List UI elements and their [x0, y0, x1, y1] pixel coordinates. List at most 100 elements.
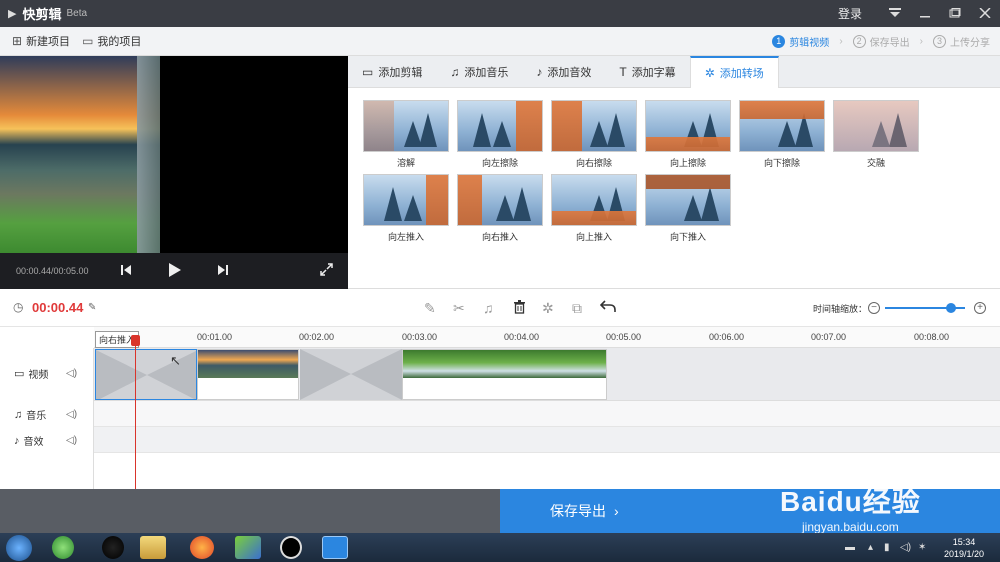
qq-icon[interactable]	[102, 536, 124, 559]
video-clip-forest[interactable]	[402, 349, 607, 400]
transition-dissolve[interactable]: 溶解	[363, 100, 449, 169]
ruler-tick: 00:01.00	[197, 332, 233, 342]
firefox-icon[interactable]	[190, 536, 214, 559]
folder-icon: ▭	[82, 34, 94, 48]
track-name: 音效	[23, 437, 44, 448]
volume-icon[interactable]: ◁)	[66, 368, 77, 379]
zoom-in-icon[interactable]: +	[974, 302, 986, 314]
transition-wipe-up[interactable]: 向上擦除	[645, 100, 731, 169]
transition-label: 向上推入	[575, 232, 612, 242]
transition-label: 向下擦除	[763, 158, 800, 168]
crop-icon[interactable]: ✲	[542, 300, 554, 317]
transition-push-left[interactable]: 向左推入	[363, 174, 449, 243]
transition-wipe-right[interactable]: 向右擦除	[551, 100, 637, 169]
pencil-icon[interactable]: ✎	[424, 300, 436, 317]
fullscreen-icon[interactable]	[320, 263, 333, 279]
volume-icon[interactable]: ◁)	[66, 435, 77, 446]
transition-label: 向右擦除	[575, 158, 612, 168]
transition-gallery: 溶解 向左擦除 向右擦除 向上擦除 向下擦除 交融 向左推入 向右推入 向上推入…	[348, 88, 1000, 289]
transition-thumbnail	[363, 100, 449, 152]
tab-label: 添加字幕	[631, 66, 676, 79]
scissors-icon[interactable]: ✂	[453, 300, 465, 317]
edit-time-icon[interactable]: ✎	[88, 302, 96, 313]
tab-add-clip[interactable]: ▭ 添加剪辑	[348, 56, 436, 87]
start-button-icon[interactable]	[6, 535, 32, 561]
transition-push-down[interactable]: 向下推入	[645, 174, 731, 243]
transition-blend[interactable]: 交融	[833, 100, 919, 169]
transition-wipe-left[interactable]: 向左擦除	[457, 100, 543, 169]
bell-icon[interactable]: ♫	[483, 300, 494, 316]
battery-icon[interactable]: ▮	[884, 542, 890, 553]
skip-back-icon[interactable]	[120, 263, 132, 279]
tab-add-transition[interactable]: ✲ 添加转场	[689, 56, 779, 88]
volume-icon[interactable]: ◁)	[900, 542, 911, 553]
tab-bar: ▭ 添加剪辑 ♫ 添加音乐 ♪ 添加音效 T 添加字幕 ✲ 添加转场	[348, 56, 1000, 88]
volume-icon[interactable]: ◁)	[66, 409, 77, 420]
copy-icon[interactable]: ⧉	[572, 300, 582, 317]
transition-thumbnail	[457, 100, 543, 152]
sfx-track[interactable]	[94, 427, 1000, 453]
undo-icon[interactable]	[599, 299, 616, 316]
video-clip-sunset[interactable]	[197, 349, 299, 400]
tab-add-music[interactable]: ♫ 添加音乐	[436, 56, 522, 87]
network-icon[interactable]: ✶	[918, 542, 926, 553]
zoom-out-icon[interactable]: −	[868, 302, 880, 314]
preview-screen	[0, 56, 348, 253]
track-label-music: ♫ 音乐 ◁)	[0, 407, 94, 423]
transition-thumbnail	[645, 100, 731, 152]
step-edit[interactable]: 1 剪辑视频 ›	[772, 34, 843, 49]
transition-label: 向左擦除	[481, 158, 518, 168]
transition-clip[interactable]	[300, 349, 402, 400]
transition-thumbnail	[645, 174, 731, 226]
media-app-icon[interactable]	[235, 536, 261, 559]
ruler-tick: 00:03.00	[402, 332, 438, 342]
menu-icon[interactable]	[880, 6, 910, 21]
text-icon: T	[619, 64, 627, 79]
tab-add-sfx[interactable]: ♪ 添加音效	[522, 56, 605, 87]
watermark-brand: Baidu经验	[780, 486, 921, 517]
ruler-tick: 00:04.00	[504, 332, 540, 342]
transition-push-right[interactable]: 向右推入	[457, 174, 543, 243]
track-label-video: ▭ 视频 ◁)	[0, 366, 94, 381]
new-project-label: 新建项目	[26, 36, 71, 48]
export-button[interactable]: 保存导出 ›	[500, 489, 1000, 533]
transition-clip[interactable]	[95, 349, 197, 400]
playhead-handle[interactable]	[131, 335, 140, 346]
file-explorer-icon[interactable]	[140, 536, 166, 559]
transition-push-up[interactable]: 向上推入	[551, 174, 637, 243]
zoom-slider-handle[interactable]	[946, 303, 957, 313]
clock-date: 2019/1/20	[943, 549, 984, 559]
skip-forward-icon[interactable]	[217, 263, 229, 279]
step-share[interactable]: 3 上传分享	[933, 34, 990, 49]
taskbar-clock[interactable]: 15:34 2019/1/20	[944, 536, 984, 560]
transition-wipe-down[interactable]: 向下擦除	[739, 100, 825, 169]
arrow-up-icon[interactable]: ▴	[868, 542, 873, 553]
time-ruler[interactable]: 00:01.00 00:02.00 00:03.00 00:04.00 00:0…	[94, 327, 1000, 348]
minimize-icon[interactable]	[910, 6, 940, 21]
close-icon[interactable]	[970, 6, 1000, 21]
chevron-right-icon: ›	[839, 35, 843, 47]
new-project-button[interactable]: ⊞ 新建项目	[12, 33, 70, 49]
timeline-toolbar: ◷ 00:00.44 ✎ ✎ ✂ ♫ ✲ ⧉ 时间轴缩放： − +	[0, 289, 1000, 327]
record-icon[interactable]	[280, 536, 302, 559]
browser-icon[interactable]	[52, 536, 74, 559]
music-track[interactable]	[94, 401, 1000, 427]
video-track[interactable]	[94, 348, 1000, 401]
kuaijianji-app-icon[interactable]	[322, 536, 348, 559]
keyboard-icon[interactable]: ▬	[845, 542, 855, 553]
delete-icon[interactable]	[513, 300, 526, 317]
play-icon[interactable]	[168, 262, 182, 281]
step-export[interactable]: 2 保存导出 ›	[852, 34, 923, 49]
step-number: 3	[933, 34, 946, 48]
ruler-tick: 00:07.00	[811, 332, 847, 342]
my-projects-button[interactable]: ▭ 我的项目	[82, 33, 141, 49]
ruler-tick: 00:05.00	[606, 332, 642, 342]
beta-badge: Beta	[66, 8, 88, 19]
maximize-icon[interactable]	[940, 6, 970, 21]
film-icon: ▭	[362, 64, 374, 79]
ruler-tick: 00:02.00	[299, 332, 335, 342]
tab-label: 添加音效	[547, 66, 592, 79]
playhead[interactable]	[135, 335, 136, 489]
tab-add-subtitle[interactable]: T 添加字幕	[605, 56, 689, 87]
login-button[interactable]: 登录	[838, 5, 862, 22]
